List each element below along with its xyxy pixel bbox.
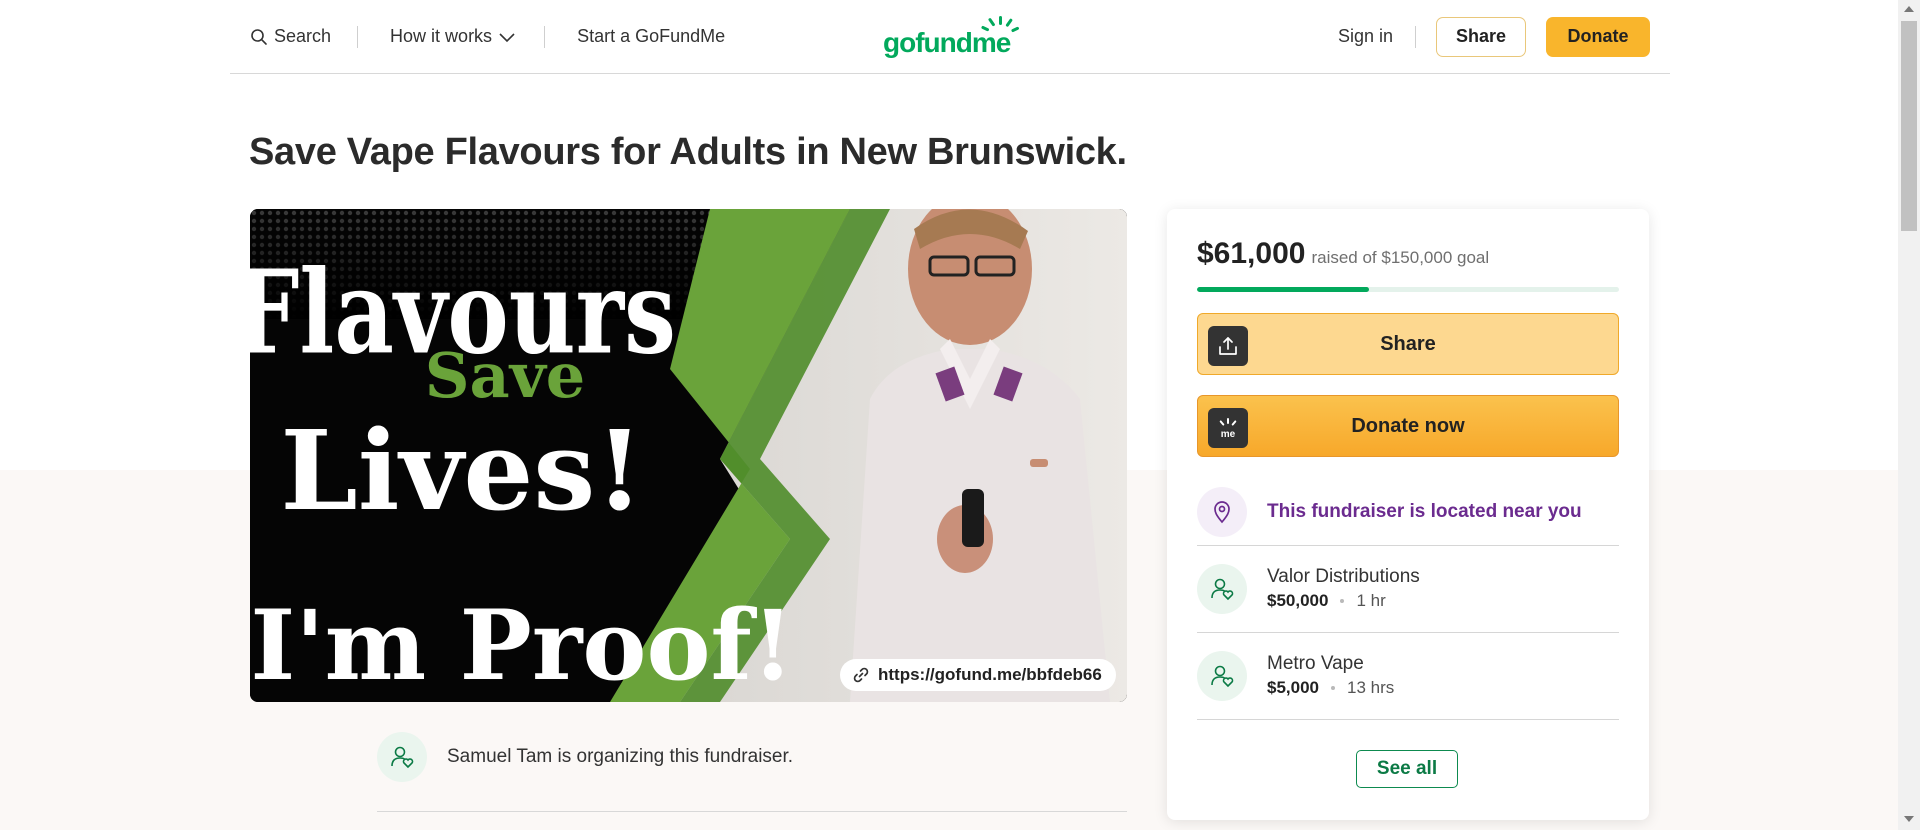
sign-in-link[interactable]: Sign in	[1338, 26, 1393, 47]
donation-amount: $50,000	[1267, 591, 1329, 610]
how-it-works-label: How it works	[390, 26, 493, 46]
nav-divider	[1415, 25, 1416, 48]
donor-avatar	[1197, 564, 1247, 614]
share-button-label: Share	[1380, 332, 1436, 355]
donor-avatar	[1197, 651, 1247, 701]
donor-meta: $50,000 1 hr	[1267, 589, 1420, 613]
location-pin-icon	[1211, 500, 1233, 524]
donor-meta: $5,000 13 hrs	[1267, 676, 1394, 700]
person-heart-icon	[389, 744, 415, 770]
donation-time: 1 hr	[1356, 591, 1386, 610]
person-heart-icon	[1209, 663, 1235, 689]
page-scrollbar[interactable]	[1898, 0, 1920, 830]
hero-illustration: Flavours Save Lives! ...I'm Proof!	[250, 209, 1127, 702]
header-share-button[interactable]: Share	[1436, 16, 1526, 57]
near-you-text: This fundraiser is located near you	[1267, 501, 1582, 522]
donation-amount: $5,000	[1267, 678, 1319, 697]
near-you-icon-wrap	[1197, 487, 1247, 537]
see-all-button[interactable]: See all	[1356, 750, 1458, 788]
section-divider	[377, 811, 1127, 812]
short-url-pill[interactable]: https://gofund.me/bbfdeb66	[840, 659, 1116, 691]
progress-bar	[1197, 287, 1619, 292]
donate-now-button[interactable]: me Donate now	[1197, 395, 1619, 457]
nav-left-group: Search How it works Start a GoFundMe	[250, 0, 725, 73]
short-url-text: https://gofund.me/bbfdeb66	[878, 665, 1102, 684]
progress-bar-fill	[1197, 287, 1369, 292]
nav-divider	[357, 25, 359, 48]
start-gofundme-link[interactable]: Start a GoFundMe	[577, 26, 725, 47]
near-you-notice: This fundraiser is located near you	[1197, 479, 1619, 546]
hero-text-lives: Lives!	[280, 406, 643, 535]
gofundme-mark-icon: me	[1208, 408, 1248, 448]
top-navigation: Search How it works Start a GoFundMe gof…	[230, 0, 1670, 74]
raised-amount: $61,000	[1197, 237, 1306, 270]
separator-dot	[1331, 686, 1335, 690]
organizer-text: Samuel Tam is organizing this fundraiser…	[447, 746, 794, 767]
donor-info: Metro Vape $5,000 13 hrs	[1267, 652, 1394, 700]
campaign-hero-image[interactable]: Flavours Save Lives! ...I'm Proof! https…	[250, 209, 1127, 702]
donor-name: Metro Vape	[1267, 653, 1364, 674]
gofundme-logo[interactable]: gofundme	[883, 14, 1023, 58]
how-it-works-menu[interactable]: How it works	[390, 26, 516, 47]
share-button[interactable]: Share	[1197, 313, 1619, 375]
donation-sidebar-card: $61,000 raised of $150,000 goal Share me…	[1167, 209, 1649, 820]
donor-info: Valor Distributions $50,000 1 hr	[1267, 565, 1420, 613]
amount-raised: $61,000 raised of $150,000 goal	[1197, 237, 1489, 271]
scrollbar-thumb[interactable]	[1901, 21, 1917, 231]
donation-list-item: Valor Distributions $50,000 1 hr	[1197, 546, 1619, 633]
header-donate-button[interactable]: Donate	[1546, 16, 1650, 57]
chevron-down-icon	[498, 31, 516, 43]
scroll-down-arrow-icon[interactable]	[1904, 816, 1914, 822]
svg-text:me: me	[1221, 429, 1236, 440]
scroll-up-arrow-icon[interactable]	[1904, 6, 1914, 12]
hero-text-save: Save	[425, 339, 585, 412]
nav-divider	[544, 25, 546, 48]
donation-time: 13 hrs	[1347, 678, 1395, 697]
link-icon	[852, 666, 870, 684]
hero-text-proof: ...I'm Proof!	[250, 589, 794, 702]
nav-right-group: Sign in Share Donate	[1338, 0, 1650, 73]
donor-name: Valor Distributions	[1267, 566, 1420, 587]
organizer-row: Samuel Tam is organizing this fundraiser…	[377, 732, 793, 782]
page-title: Save Vape Flavours for Adults in New Bru…	[249, 131, 1127, 173]
search-icon	[250, 28, 268, 46]
start-gofundme-label: Start a GoFundMe	[577, 26, 726, 46]
search-link[interactable]: Search	[250, 26, 331, 47]
raised-goal-text: raised of $150,000 goal	[1311, 248, 1490, 267]
person-heart-icon	[1209, 576, 1235, 602]
donate-now-label: Donate now	[1351, 414, 1465, 437]
logo-text: gofundme	[883, 27, 1011, 58]
separator-dot	[1340, 599, 1345, 603]
share-upload-icon	[1208, 326, 1248, 366]
donation-list-item: Metro Vape $5,000 13 hrs	[1197, 633, 1619, 720]
organizer-avatar	[377, 732, 427, 782]
search-label: Search	[274, 26, 332, 46]
